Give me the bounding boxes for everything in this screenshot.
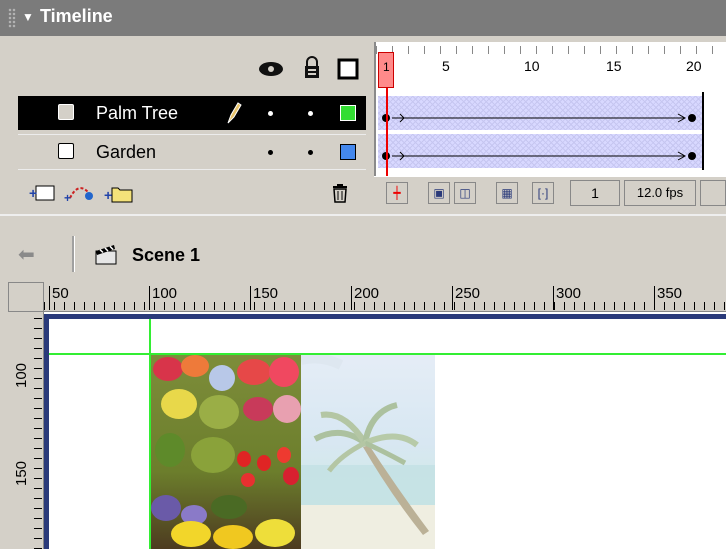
layer-color-swatch[interactable]	[340, 105, 356, 121]
ruler-label: 150	[253, 285, 279, 302]
timeline-title: Timeline	[40, 6, 113, 26]
outline-icon[interactable]	[337, 58, 359, 80]
onion-skin-outlines-icon[interactable]: ◫	[454, 182, 476, 204]
layer-name: Palm Tree	[96, 103, 179, 123]
ruler-corner	[8, 282, 44, 312]
frame-number: 20	[686, 58, 702, 74]
lock-dot[interactable]	[308, 111, 313, 116]
layer-name: Garden	[96, 142, 157, 162]
ruler-major-tick	[149, 286, 150, 310]
ruler-label: 50	[52, 285, 69, 302]
layer-row-garden[interactable]: Garden	[18, 134, 366, 170]
ruler-label: 250	[455, 285, 481, 302]
insert-folder-icon[interactable]: +	[104, 182, 136, 204]
modify-onion-markers-icon[interactable]: [·]	[532, 182, 554, 204]
frame-end-marker	[702, 92, 704, 170]
vertical-ruler-ticks	[34, 312, 42, 549]
lock-icon[interactable]	[302, 56, 322, 80]
eye-icon[interactable]	[256, 58, 286, 80]
panel-divider	[0, 214, 726, 216]
playhead-frame: 1	[383, 60, 390, 74]
layer-icon	[58, 143, 74, 159]
center-frame-icon[interactable]: ┿	[386, 182, 408, 204]
ruler-label: 200	[354, 285, 380, 302]
ruler-label: 100	[152, 285, 178, 302]
ruler-label: 300	[556, 285, 582, 302]
visibility-dot[interactable]	[268, 111, 273, 116]
ruler-label: 100	[13, 362, 30, 388]
layer-color-swatch[interactable]	[340, 144, 356, 160]
onion-skin-icon[interactable]: ▣	[428, 182, 450, 204]
ruler-major-tick	[654, 286, 655, 310]
palm-tree-image[interactable]	[301, 355, 435, 549]
ruler-major-tick	[250, 286, 251, 310]
elapsed-time-field[interactable]	[700, 180, 726, 206]
svg-text:+: +	[29, 185, 37, 201]
svg-text:+: +	[64, 191, 71, 204]
horizontal-ruler-ticks	[44, 302, 726, 310]
panel-grip-icon[interactable]	[8, 8, 16, 28]
layer-icon	[58, 104, 74, 120]
ruler-label: 150	[13, 460, 30, 486]
frame-number: 5	[442, 58, 450, 74]
palm-tree-drawing	[301, 355, 435, 549]
playhead-line	[386, 88, 388, 180]
add-guide-layer-icon[interactable]: +	[64, 182, 98, 204]
ruler-major-tick	[351, 286, 352, 310]
edit-bar-separator	[72, 236, 75, 272]
layer-row-palm-tree[interactable]: Palm Tree	[18, 96, 366, 130]
stage-edge	[44, 314, 49, 549]
clapperboard-icon	[95, 245, 117, 265]
frame-rate-field[interactable]: 12.0 fps	[624, 180, 696, 206]
ruler-label: 350	[657, 285, 683, 302]
ruler-major-tick	[452, 286, 453, 310]
insert-layer-icon[interactable]: +	[28, 182, 56, 204]
edit-multiple-frames-icon[interactable]: ▦	[496, 182, 518, 204]
svg-text:+: +	[104, 187, 112, 203]
frame-ruler	[376, 46, 726, 54]
frame-number: 15	[606, 58, 622, 74]
collapse-arrow-icon[interactable]: ▼	[22, 10, 34, 24]
current-frame-field[interactable]: 1	[570, 180, 620, 206]
ruler-major-tick	[49, 286, 50, 310]
pencil-icon	[227, 102, 242, 124]
lock-dot[interactable]	[308, 150, 313, 155]
stage-edge	[44, 314, 726, 319]
guide-vertical[interactable]	[149, 319, 151, 549]
garden-image[interactable]	[151, 355, 301, 549]
visibility-dot[interactable]	[268, 150, 273, 155]
ruler-major-tick	[553, 286, 554, 310]
tween-arrows	[382, 113, 696, 161]
frame-number: 10	[524, 58, 540, 74]
scene-label[interactable]: Scene 1	[132, 244, 200, 266]
delete-layer-icon[interactable]	[330, 182, 350, 204]
back-arrow-icon[interactable]: ⬅	[18, 244, 35, 266]
